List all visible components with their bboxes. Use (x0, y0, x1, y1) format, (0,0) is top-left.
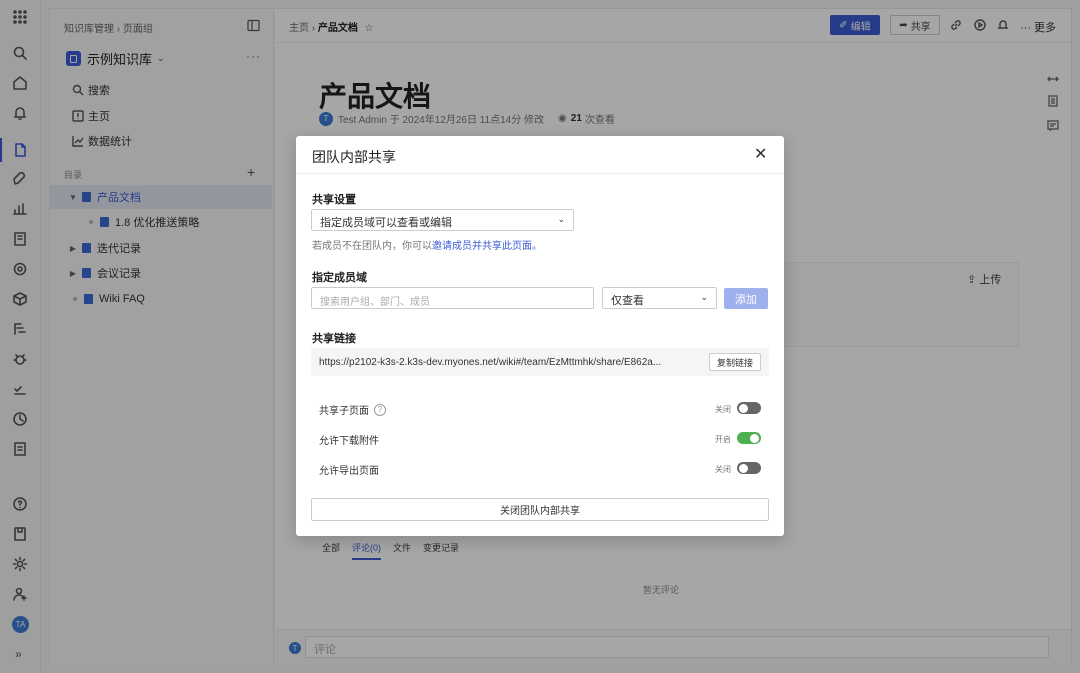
copy-link-button[interactable]: 复制链接 (709, 353, 761, 371)
add-button[interactable]: 添加 (724, 288, 768, 309)
option-export-page: 允许导出页面 (319, 462, 379, 477)
option-label: 允许下载附件 (319, 436, 379, 447)
toggle-export-page[interactable] (737, 462, 761, 474)
modal-header: 团队内部共享 ✕ (296, 136, 784, 174)
invite-hint: 若成员不在团队内，你可以邀请成员并共享此页面。 (312, 237, 542, 252)
toggle-knob (750, 433, 759, 443)
close-share-button[interactable]: 关闭团队内部共享 (311, 498, 769, 521)
toggle-knob (739, 403, 748, 413)
option-state: 关闭 (715, 405, 731, 414)
permission-value: 仅查看 (611, 295, 644, 307)
share-modal: 团队内部共享 ✕ 共享设置 指定成员域可以查看或编辑 ⌄ 若成员不在团队内，你可… (296, 136, 784, 536)
option-state: 开启 (715, 435, 731, 444)
chevron-down-icon: ⌄ (700, 292, 708, 302)
domain-label: 指定成员域 (312, 272, 367, 284)
help-icon[interactable]: ? (374, 403, 386, 416)
toggle-knob (739, 463, 748, 473)
share-settings-select[interactable]: 指定成员域可以查看或编辑 ⌄ (311, 209, 574, 231)
close-icon[interactable]: ✕ (754, 144, 767, 164)
share-link-url[interactable]: https://p2102-k3s-2.k3s-dev.myones.net/w… (319, 357, 704, 368)
chevron-down-icon: ⌄ (557, 214, 565, 224)
share-link-label: 共享链接 (312, 333, 356, 345)
toggle-download-attachments[interactable] (737, 432, 761, 444)
toggle-share-subpages[interactable] (737, 402, 761, 414)
invite-link[interactable]: 邀请成员并共享此页面。 (432, 241, 542, 252)
option-label: 共享子页面 (319, 406, 369, 417)
option-label: 允许导出页面 (319, 466, 379, 477)
share-settings-value: 指定成员域可以查看或编辑 (320, 217, 452, 229)
option-download-attachments: 允许下载附件 (319, 432, 379, 447)
option-share-subpages: 共享子页面 ? (319, 402, 386, 417)
hint-text: 若成员不在团队内，你可以 (312, 241, 432, 252)
share-link-box: https://p2102-k3s-2.k3s-dev.myones.net/w… (311, 348, 769, 376)
modal-title: 团队内部共享 (312, 149, 396, 165)
share-settings-label: 共享设置 (312, 194, 356, 206)
option-state: 关闭 (715, 465, 731, 474)
domain-search-input[interactable]: 搜索用户组、部门、成员 (311, 287, 594, 309)
permission-select[interactable]: 仅查看 ⌄ (602, 287, 717, 309)
